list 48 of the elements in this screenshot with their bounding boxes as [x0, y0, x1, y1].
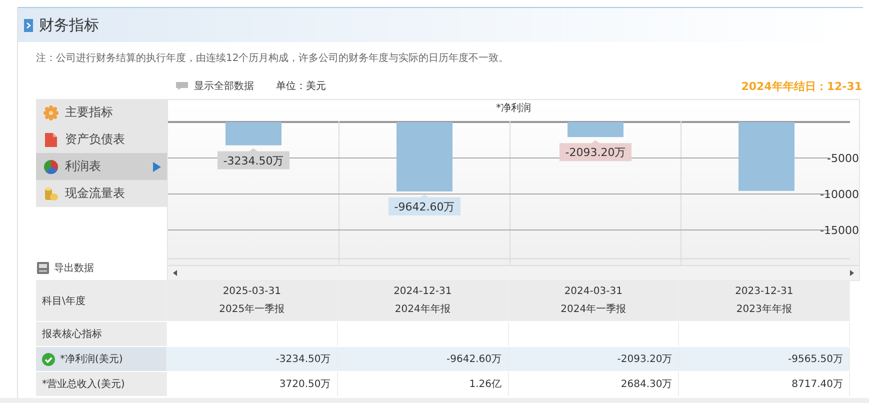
data-label: -9642.60万: [388, 194, 460, 216]
export-link[interactable]: 导出数据: [36, 261, 167, 275]
column-header: 2023-12-31 2023年年报: [679, 280, 850, 321]
axis-label: -10000: [820, 188, 859, 201]
comment-icon: [175, 81, 189, 91]
row-label: 报表核心指标: [36, 322, 167, 346]
table-header: 科目\年度: [36, 280, 167, 321]
sidebar-item[interactable]: 利润表: [36, 153, 167, 180]
scroll-left-icon: [173, 270, 177, 276]
scroll-right-icon: [850, 270, 854, 276]
show-all-link[interactable]: 显示全部数据: [175, 79, 254, 93]
sidebar-item[interactable]: 资产负债表: [36, 126, 167, 153]
horizontal-scrollbar[interactable]: [168, 265, 859, 280]
check-icon: [42, 352, 55, 366]
axis-label: -15000: [820, 224, 859, 237]
note-text: 注：公司进行财务结算的执行年度，由连续12个历月构成，许多公司的财务年度与实际的日历年度不一致。: [35, 52, 510, 66]
table-cell: 3720.50万: [167, 372, 338, 396]
coins-icon: [43, 186, 59, 202]
chart-title: *净利润: [495, 102, 532, 116]
sidebar-item[interactable]: 主要指标: [36, 99, 167, 126]
pie-icon: [43, 158, 59, 174]
data-label: -2093.20万: [560, 140, 632, 162]
data-label: -2093.20万: [565, 146, 626, 160]
fiscal-year-end: 2024年年结日：12-31: [741, 78, 863, 94]
table-cell: -9642.60万: [338, 347, 508, 371]
section-icon: [24, 18, 33, 32]
table-cell: -2093.20万: [508, 347, 680, 371]
table-cell: -9565.50万: [679, 347, 850, 371]
data-label: -3234.50万: [223, 154, 284, 168]
table-cell: 2684.30万: [508, 372, 680, 396]
unit-label: 单位：美元: [276, 80, 326, 93]
data-label: -3234.50万: [218, 148, 290, 170]
sidebar-item[interactable]: 现金流量表: [36, 180, 167, 207]
export-icon: [36, 261, 50, 275]
data-label: -9642.60万: [394, 200, 455, 214]
document-icon: [43, 132, 59, 148]
flower-icon: [43, 104, 59, 120]
axis-label: -5000: [827, 152, 859, 165]
arrow-icon: [153, 162, 161, 172]
row-label: *净利润(美元): [36, 347, 167, 371]
column-header: 2024-03-31 2024年一季报: [508, 280, 680, 321]
table-cell: 8717.40万: [679, 372, 850, 396]
column-header: 2025-03-31 2025年一季报: [167, 280, 338, 321]
section-title: 财务指标: [39, 16, 99, 34]
table-cell: -3234.50万: [167, 347, 338, 371]
table-cell: 1.26亿: [338, 372, 508, 396]
column-header: 2024-12-31 2024年年报: [338, 280, 508, 321]
row-label: *营业总收入(美元): [36, 372, 167, 396]
